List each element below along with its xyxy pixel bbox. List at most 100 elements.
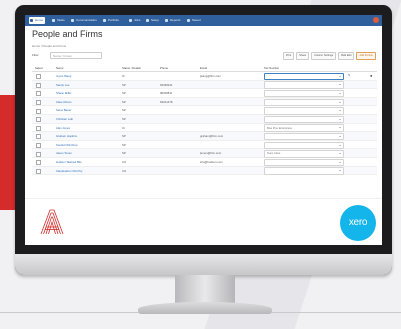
row-action-icon[interactable]: ● [370,73,372,78]
row-checkbox[interactable] [36,134,41,140]
table-row[interactable]: Alan Jones IC Blue Pine Enterprises [32,124,377,133]
row-name-link[interactable]: Shaun Miller [56,91,72,95]
row-tax-dropdown[interactable]: Blue Pine Enterprises [264,124,344,132]
row-checkbox[interactable] [36,108,41,114]
row-checkbox[interactable] [36,99,41,105]
nav-item-icon [187,19,190,22]
nav-item-icon [165,19,168,22]
people-table: Select Name Status / Details Phone Email… [32,65,377,176]
row-tax-dropdown[interactable]: Team Clare [264,150,344,158]
column-header-status[interactable]: Status / Details [122,66,141,70]
row-status: SP [122,91,126,96]
nav-item-label: Communication [76,18,97,22]
table-row[interactable]: Hudson Tailored Bits CO info@hudson.com [32,158,377,167]
row-checkbox[interactable] [36,151,41,157]
table-row[interactable]: Clandestine Orbit Pty CO [32,166,377,176]
row-name-link[interactable]: Hudson Tailored Bits [56,160,82,164]
table-row[interactable]: Steve Bauer SP [32,106,377,115]
row-checkbox[interactable] [36,82,41,88]
row-tax-dropdown[interactable] [264,132,344,141]
filter-label: Filter [32,53,39,57]
table-header: Select Name Status / Details Phone Email… [32,65,377,72]
row-tax-dropdown[interactable] [264,141,344,150]
nav-item-reports[interactable]: Reports [164,17,183,24]
table-row[interactable]: Graham Hopkins SP graham@firm.com [32,132,377,141]
nav-item-portfolio[interactable]: Portfolio [102,17,121,24]
bulk-edit-button[interactable]: Bulk Edit [338,52,355,60]
row-checkbox[interactable] [36,142,41,148]
row-email: graham@firm.com [200,134,224,139]
table-row[interactable]: Shaun Miller SP 98328811 [32,89,377,98]
row-tax-dropdown[interactable] [264,107,344,115]
row-name-link[interactable]: Steve Bauer [56,108,71,112]
row-status: SP [122,99,126,104]
row-name-link[interactable]: Christian Leib [56,117,73,121]
row-tax-dropdown[interactable] [264,72,344,81]
chevron-down-icon [339,170,341,172]
column-header-name[interactable]: Name [56,66,63,70]
nav-item-label: Home [35,18,44,22]
nav-item-home[interactable]: Home [29,17,46,24]
row-status: SP [122,134,126,139]
nav-item-jobs[interactable]: Jobs [128,17,142,24]
table-row[interactable]: Sandy Lee SP 93338241 [32,80,377,90]
nav-item-setup[interactable]: Setup [145,17,161,24]
row-name-link[interactable]: Jason Tonen [56,151,72,155]
integration-banner: xero [25,198,382,245]
row-checkbox[interactable] [36,125,41,131]
nav-item-icon [30,19,33,22]
column-settings-button[interactable]: Column Settings [311,52,337,60]
nav-item-icon [146,19,149,22]
nav-item-tasks[interactable]: Tasks [51,17,67,24]
row-tax-dropdown[interactable] [264,167,344,175]
filter-row: Filter Name / Group [32,52,102,59]
row-name-link[interactable]: Clandestine Orbit Pty [56,169,82,173]
row-name-link[interactable]: Clare Moran [56,100,71,104]
row-checkbox[interactable] [36,91,41,97]
row-name-link[interactable]: Graham Hopkins [56,134,77,138]
monitor-stand-foot [138,302,272,314]
table-row[interactable]: Jason Tonen SP jtonen@firm.com Team Clare [32,149,377,158]
row-name-link[interactable]: Sandy Lee [56,83,69,87]
column-header-select[interactable]: Select [35,66,43,70]
row-tax-dropdown[interactable] [264,89,344,98]
row-checkbox[interactable] [36,117,41,123]
row-checkbox[interactable] [36,74,41,80]
monitor: Home Tasks Communication Portfolio Jobs Setup… [15,5,392,275]
nav-item-icon [71,19,74,22]
nav-item-label: Setup [151,18,159,22]
print-button[interactable]: Print [282,52,295,60]
row-checkbox[interactable] [36,160,41,166]
row-tax-dropdown[interactable] [264,98,344,107]
chevron-down-icon [339,110,341,112]
filter-select[interactable]: Name / Group [50,52,102,59]
monitor-screen: Home Tasks Communication Portfolio Jobs Setup… [25,15,382,245]
row-tax-dropdown[interactable] [264,158,344,167]
column-header-email[interactable]: Email [200,66,207,70]
row-name-link[interactable]: Scarlett Winthrop [56,143,77,147]
nav-item-icon [129,19,132,22]
row-phone: 93221478 [160,99,173,104]
row-phone: 93338241 [160,82,173,87]
table-row[interactable]: Clare Moran SP 93221478 [32,97,377,107]
table-row[interactable]: Joyce Wang IC jwang@firm.com ✎ ● [32,72,377,81]
row-tax-dropdown[interactable] [264,115,344,124]
nav-item-label: Saved [192,18,201,22]
row-checkbox[interactable] [36,168,41,174]
column-header-tax[interactable]: Tax Number [264,66,279,70]
nav-item-saved[interactable]: Saved [186,17,203,24]
row-name-link[interactable]: Alan Jones [56,126,70,130]
user-avatar[interactable] [373,17,379,23]
table-row[interactable]: Christian Leib SP [32,114,377,124]
chevron-down-icon [339,153,341,155]
column-header-phone[interactable]: Phone [160,66,168,70]
chevron-down-icon [339,118,341,120]
edit-icon[interactable]: ✎ [348,74,352,77]
share-button[interactable]: Share [296,52,310,60]
nav-item-communication[interactable]: Communication [70,17,99,24]
row-name-link[interactable]: Joyce Wang [56,74,71,78]
add-person-button[interactable]: Add Person [356,52,376,60]
chevron-down-icon [339,135,341,137]
table-row[interactable]: Scarlett Winthrop SP [32,141,377,150]
row-tax-dropdown[interactable] [264,81,344,89]
